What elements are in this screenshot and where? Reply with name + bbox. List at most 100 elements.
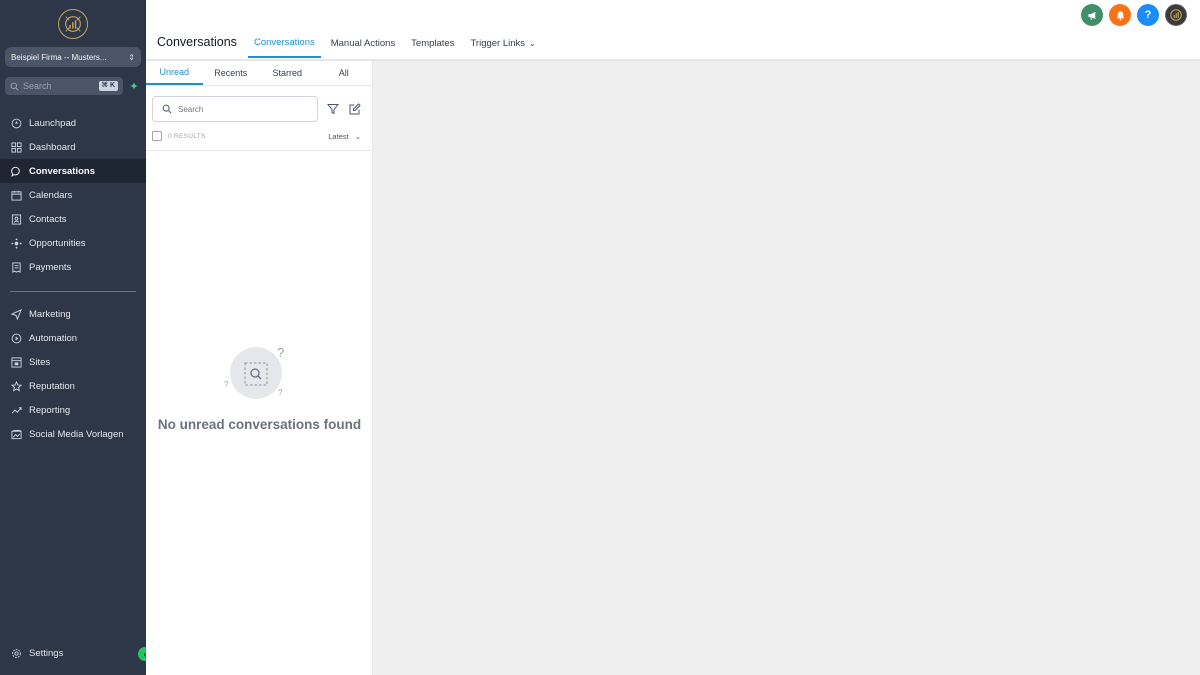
help-icon[interactable]: ? <box>1137 4 1159 26</box>
user-avatar[interactable] <box>1165 4 1187 26</box>
sidebar-item-contacts[interactable]: Contacts <box>0 207 146 231</box>
sidebar-item-label: Payments <box>29 261 72 273</box>
sidebar-nav-settings: Settings <box>0 641 146 665</box>
subtab-starred[interactable]: Starred <box>259 61 316 85</box>
conversation-detail-area <box>374 61 1200 675</box>
notification-bell-icon[interactable] <box>1109 4 1131 26</box>
ai-sparkle-icon[interactable]: ✦ <box>127 77 141 95</box>
list-filter-row <box>152 96 367 122</box>
sidebar-nav-secondary: Marketing Automation Sites Reputation Re… <box>0 302 146 446</box>
chat-bubble-icon <box>11 166 20 177</box>
header-icons: ? <box>1081 4 1187 26</box>
subtab-label: Unread <box>159 67 190 77</box>
calendar-icon <box>11 190 22 201</box>
svg-text:?: ? <box>278 388 283 397</box>
tab-trigger-links[interactable]: Trigger Links ⌄ <box>464 28 541 58</box>
sidebar-item-settings[interactable]: Settings <box>0 641 146 665</box>
sidebar-item-label: Launchpad <box>29 117 77 129</box>
empty-state-illustration: ? ? ? <box>224 345 284 399</box>
svg-text:?: ? <box>224 380 229 389</box>
tab-label: Templates <box>411 37 455 49</box>
sidebar-item-label: Contacts <box>29 213 67 225</box>
sidebar-item-label: Automation <box>29 332 78 344</box>
company-logo[interactable] <box>58 9 88 39</box>
tab-conversations[interactable]: Conversations <box>248 28 321 58</box>
sidebar-search[interactable]: Search ⌘ K <box>5 77 123 95</box>
receipt-icon <box>12 261 21 273</box>
list-subtabs: Unread Recents Starred All <box>146 61 372 86</box>
sidebar-item-social-media-vorlagen[interactable]: Social Media Vorlagen <box>0 422 146 446</box>
sidebar-item-calendars[interactable]: Calendars <box>0 183 146 207</box>
filter-icon[interactable] <box>326 102 340 116</box>
conversation-search[interactable] <box>152 96 318 122</box>
page-title: Conversations <box>157 35 237 49</box>
sort-label: Latest <box>328 131 349 141</box>
subtab-all[interactable]: All <box>316 61 373 85</box>
sort-dropdown[interactable]: Latest ⌄ <box>328 132 361 141</box>
sidebar-nav-primary: Launchpad Dashboard Conversations Calend… <box>0 111 146 279</box>
search-icon <box>162 104 172 114</box>
contacts-icon <box>11 213 22 225</box>
subtab-unread[interactable]: Unread <box>146 61 203 85</box>
sidebar-item-label: Conversations <box>29 165 95 177</box>
empty-state-message: No unread conversations found <box>157 417 362 432</box>
subtab-label: All <box>338 68 349 78</box>
gear-icon <box>12 648 21 658</box>
announcement-icon[interactable] <box>1081 4 1103 26</box>
tab-label: Trigger Links <box>470 37 526 49</box>
list-divider <box>146 150 372 151</box>
tab-label: Conversations <box>254 36 315 48</box>
tab-templates[interactable]: Templates <box>405 28 460 58</box>
star-icon <box>11 380 22 392</box>
sidebar-item-label: Opportunities <box>29 237 86 249</box>
search-shortcut: ⌘ K <box>98 81 118 91</box>
conversation-list-panel: Unread Recents Starred All 0 RESULTS Lat… <box>146 61 373 675</box>
rocket-icon <box>11 118 22 128</box>
select-all-checkbox[interactable] <box>152 131 162 141</box>
sidebar-divider <box>10 291 136 292</box>
trend-icon <box>11 406 22 414</box>
sidebar-item-dashboard[interactable]: Dashboard <box>0 135 146 159</box>
sidebar-item-label: Sites <box>29 356 51 368</box>
grid-icon <box>11 141 22 153</box>
sidebar-item-label: Dashboard <box>29 141 76 153</box>
conversation-search-input[interactable] <box>178 104 298 114</box>
sidebar-item-automation[interactable]: Automation <box>0 326 146 350</box>
compose-icon[interactable] <box>348 102 362 116</box>
sidebar-item-label: Reputation <box>29 380 75 392</box>
sidebar-item-conversations[interactable]: Conversations <box>0 159 146 183</box>
tab-manual-actions[interactable]: Manual Actions <box>325 28 401 58</box>
social-media-icon <box>11 429 22 439</box>
search-icon <box>10 82 19 91</box>
tab-label: Manual Actions <box>330 37 396 49</box>
svg-text:?: ? <box>277 345 284 360</box>
header-tabs: Conversations Manual Actions Templates T… <box>248 28 546 58</box>
sidebar-item-label: Reporting <box>29 404 71 416</box>
subtab-label: Starred <box>272 68 302 78</box>
sidebar-search-placeholder: Search <box>23 81 52 91</box>
sidebar-search-row: Search ⌘ K ✦ <box>5 77 141 95</box>
subtab-label: Recents <box>214 68 248 78</box>
account-switcher[interactable]: Beispiel Firma -- Musters... ⇕ <box>5 47 141 67</box>
sidebar-item-label: Marketing <box>29 308 71 320</box>
sidebar-item-label: Social Media Vorlagen <box>29 428 124 440</box>
opportunities-icon <box>11 237 22 249</box>
sidebar-item-sites[interactable]: Sites <box>0 350 146 374</box>
sidebar-item-marketing[interactable]: Marketing <box>0 302 146 326</box>
sidebar-item-label: Settings <box>29 647 64 659</box>
sidebar-item-reporting[interactable]: Reporting <box>0 398 146 422</box>
sidebar-item-payments[interactable]: Payments <box>0 255 146 279</box>
sidebar: Beispiel Firma -- Musters... ⇕ Search ⌘ … <box>0 0 146 675</box>
chevron-updown-icon: ⇕ <box>128 52 135 62</box>
chevron-down-icon: ⌄ <box>529 38 536 48</box>
subtab-recents[interactable]: Recents <box>203 61 260 85</box>
sidebar-item-launchpad[interactable]: Launchpad <box>0 111 146 135</box>
sidebar-item-opportunities[interactable]: Opportunities <box>0 231 146 255</box>
chevron-down-icon: ⌄ <box>354 131 361 141</box>
automation-icon <box>11 333 22 343</box>
sidebar-item-reputation[interactable]: Reputation <box>0 374 146 398</box>
sites-icon <box>11 356 22 368</box>
sidebar-item-label: Calendars <box>29 189 73 201</box>
results-row: 0 RESULTS Latest ⌄ <box>152 129 361 143</box>
paper-plane-icon <box>11 308 22 320</box>
